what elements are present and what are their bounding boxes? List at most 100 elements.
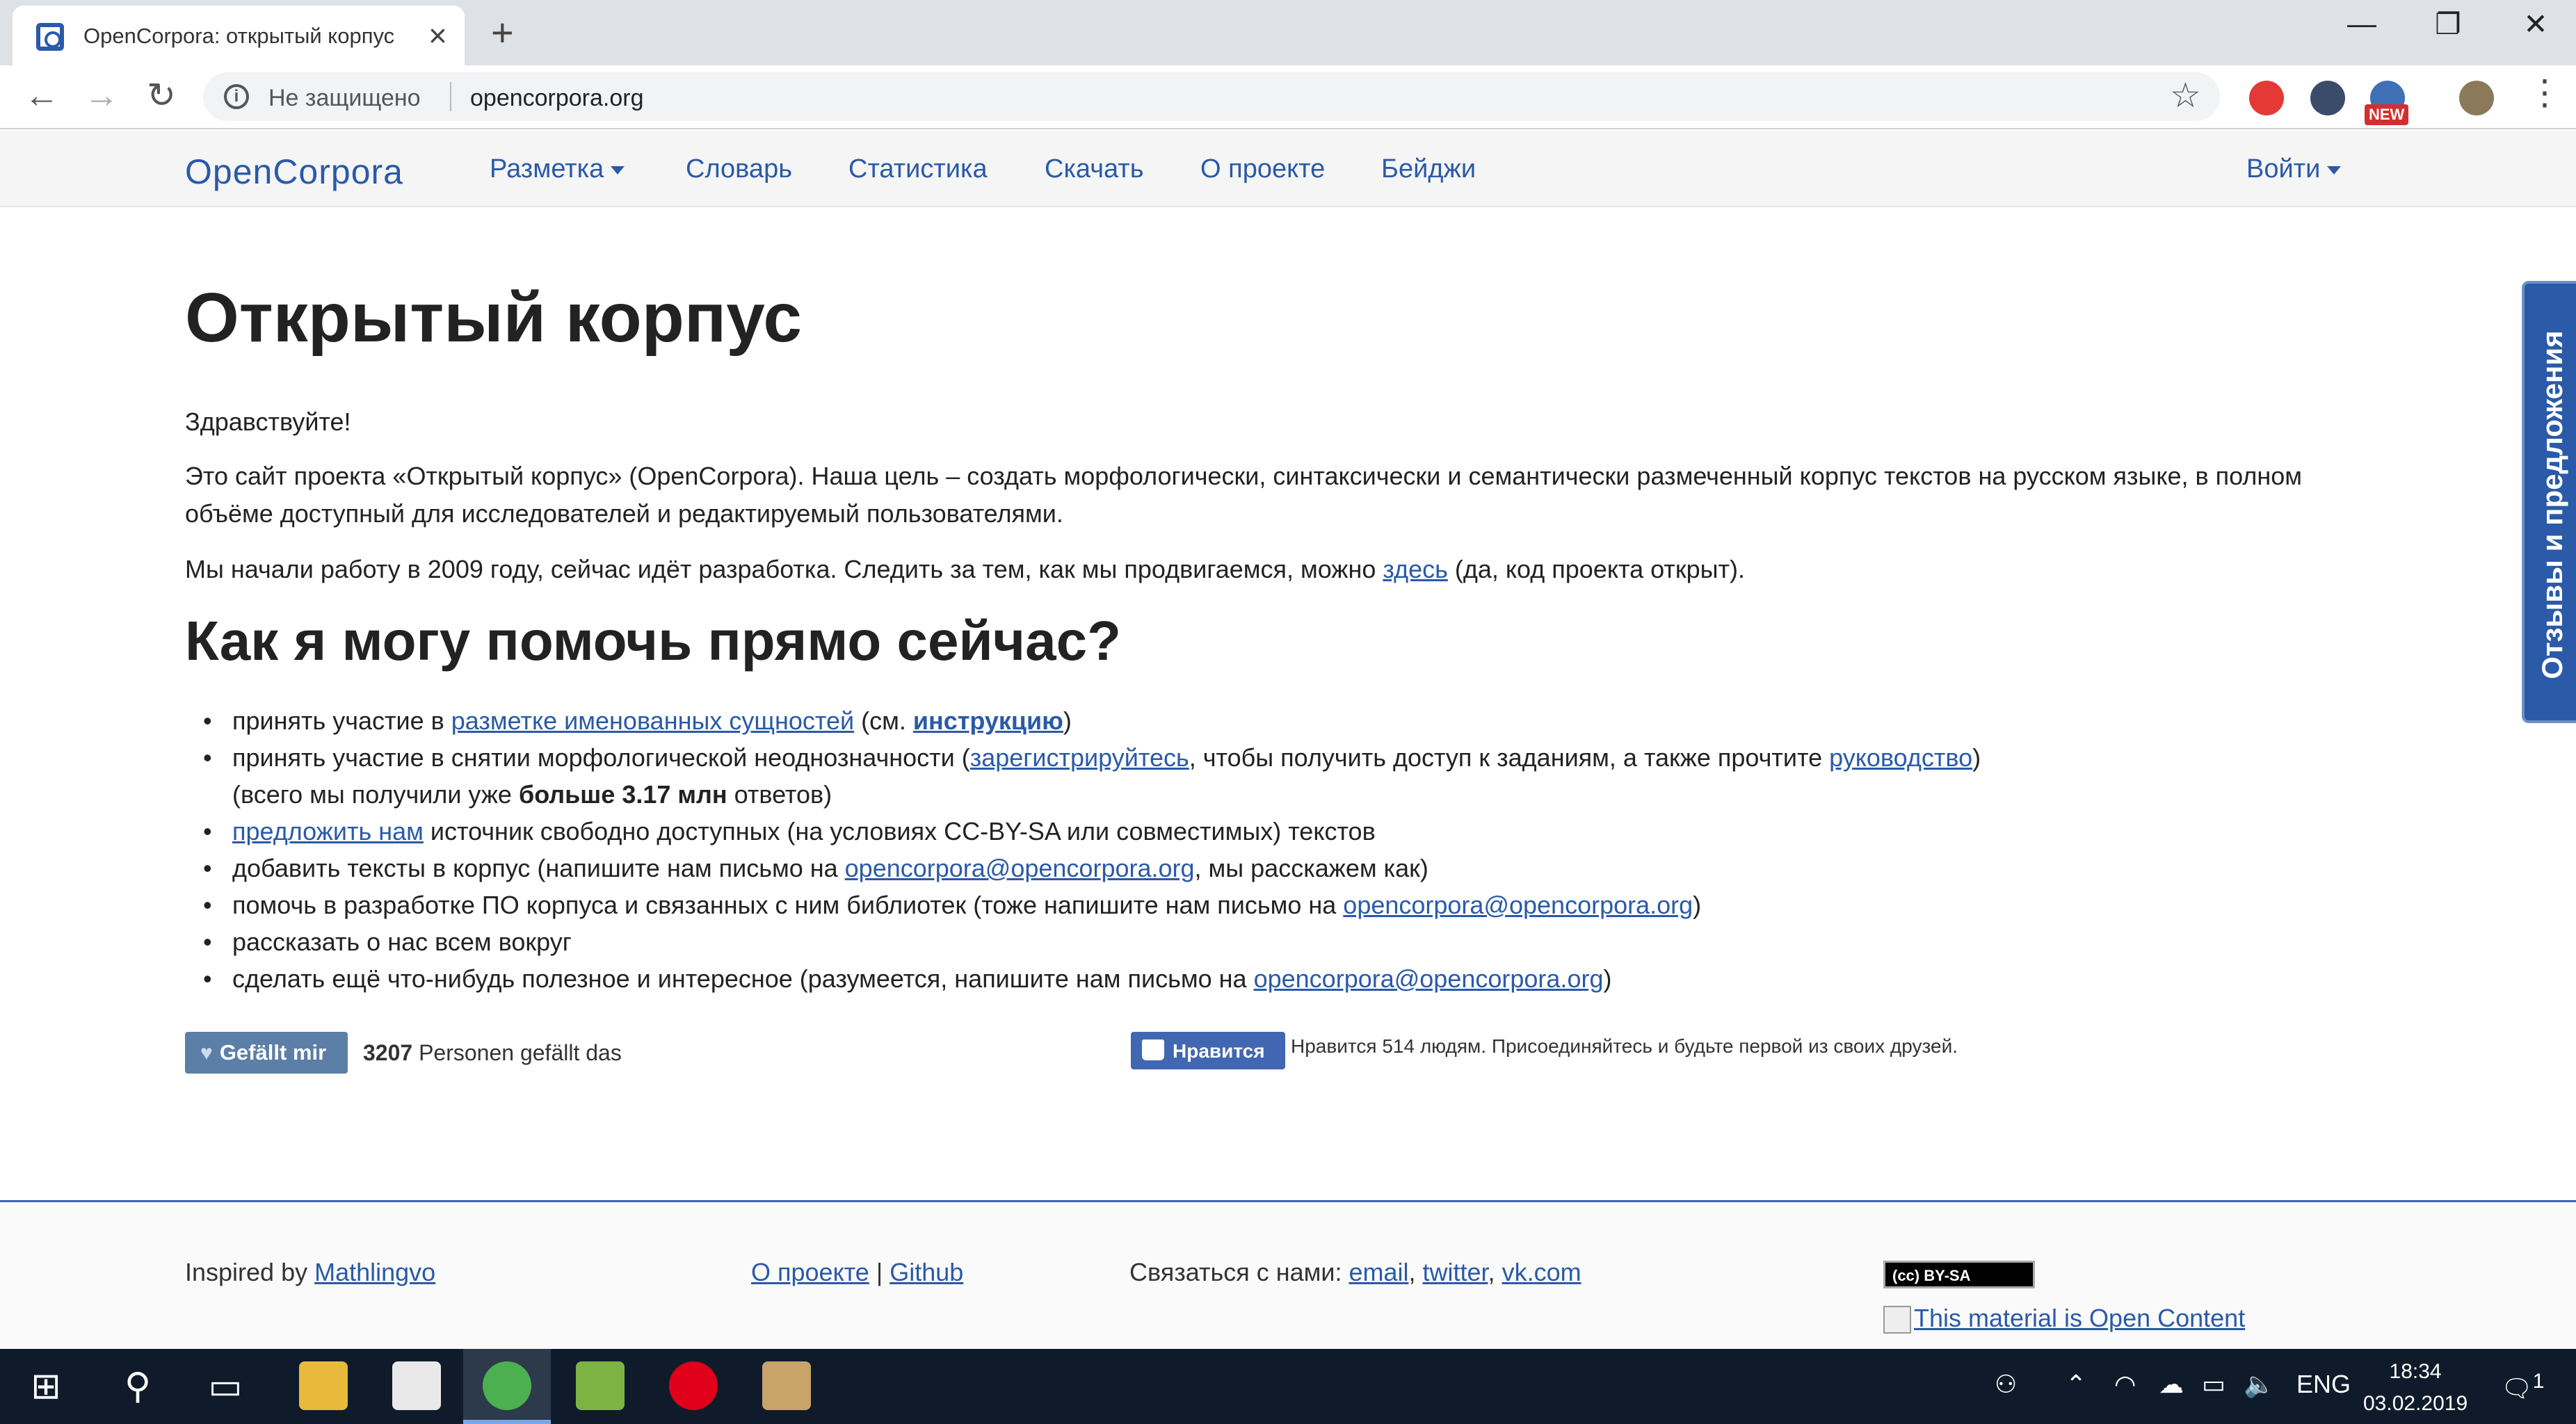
minimize-button[interactable]: — [2334,7,2390,40]
profile-avatar[interactable] [2459,81,2494,115]
new-tab-button[interactable]: + [491,10,514,55]
volume-icon[interactable]: 🔈 [2244,1370,2275,1399]
item-text: помочь в разработке ПО корпуса и связанн… [232,891,1344,919]
onedrive-icon[interactable]: ☁ [2159,1370,2184,1399]
suggest-link[interactable]: предложить нам [232,817,424,846]
fb-like-button[interactable]: Нравится [1131,1032,1285,1069]
chevron-down-icon [611,165,625,175]
people-icon[interactable]: ⚇ [1995,1370,2017,1399]
clock[interactable]: 18:34 03.02.2019 [2363,1356,2468,1420]
like-button[interactable]: ♥ Gefällt mir [185,1032,348,1074]
forward-icon[interactable]: → [81,75,122,115]
feedback-tab[interactable]: Отзывы и предложения [2522,281,2576,723]
email-link[interactable]: opencorpora@opencorpora.org [1343,891,1693,919]
notepad-plus-icon[interactable] [576,1361,625,1410]
progress-text: Мы начали работу в 2009 году, сейчас идё… [185,555,1383,583]
progress-text-end: (да, код проекта открыт). [1447,555,1745,583]
item-text: рассказать о нас всем вокруг [232,928,572,956]
intro-paragraph: Это сайт проекта «Открытый корпус» (Open… [185,462,2303,528]
email-link[interactable]: opencorpora@opencorpora.org [1254,964,1604,993]
ner-markup-link[interactable]: разметке именованных сущностей [451,706,854,735]
file-explorer-icon[interactable] [299,1361,348,1410]
nav-item-label: Разметка [490,154,604,184]
greeting: Здравствуйте! [185,407,351,436]
email-link[interactable]: opencorpora@opencorpora.org [845,854,1195,882]
extension-shield-icon[interactable] [2310,81,2345,115]
item-text: , мы расскажем как) [1194,854,1428,882]
list-item: сделать ещё что-нибудь полезное и интере… [185,960,2341,997]
browser-tabstrip: OpenCorpora: открытый корпус × + — ❐ ✕ [0,0,2576,65]
taskbar: ⊞ ⚲ ▭ ⚇ ⌃ ◠ ☁ ▭ 🔈 ENG 18:34 03.02.2019 🗨1 [0,1349,2576,1424]
item-text: (всего мы получили уже [232,780,519,809]
progress-link[interactable]: здесь [1383,555,1448,583]
footer-about-link[interactable]: О проекте [751,1258,869,1286]
nav-item-download[interactable]: Скачать [1045,154,1144,184]
extension-red-icon[interactable] [2249,81,2284,115]
browser-toolbar: ← → ↻ i Не защищено opencorpora.org ☆ NE… [0,65,2576,129]
reload-icon[interactable]: ↻ [140,75,182,115]
inspired-by: Inspired by Mathlingvo [185,1258,435,1287]
list-item: добавить тексты в корпус (напишите нам п… [185,850,2341,887]
url-text[interactable]: opencorpora.org [470,85,644,112]
login-dropdown[interactable]: Войти [2246,154,2342,184]
github-link[interactable]: Github [889,1258,963,1286]
separator: | [869,1258,890,1286]
vk-link[interactable]: vk.com [1502,1258,1581,1286]
cc-license-badge[interactable]: (cc) BY-SA [1883,1261,2035,1288]
open-content-image[interactable]: This material is Open Content [1883,1304,2245,1334]
notifications-icon[interactable]: 🗨1 [2501,1370,2544,1403]
tab-close-icon[interactable]: × [428,17,447,54]
info-icon[interactable]: i [224,84,249,109]
brand-logo[interactable]: OpenCorpora [185,152,403,192]
language-indicator[interactable]: ENG [2296,1370,2351,1399]
nav-item-statistics[interactable]: Статистика [848,154,988,184]
close-window-button[interactable]: ✕ [2508,7,2563,41]
browser-tab[interactable]: OpenCorpora: открытый корпус × [13,6,465,65]
wifi-icon[interactable]: ◠ [2114,1370,2136,1399]
feedback-label: Отзывы и предложения [2536,330,2568,679]
item-text: добавить тексты в корпус (напишите нам п… [232,854,845,882]
twitter-link[interactable]: twitter [1423,1258,1488,1286]
item-text: ) [1603,964,1612,993]
heart-icon: ♥ [200,1042,213,1065]
site-navbar: OpenCorpora Разметка Словарь Статистика … [0,131,2576,207]
windows-start-icon[interactable]: ⊞ [24,1364,68,1409]
nav-item-dictionary[interactable]: Словарь [686,154,792,184]
list-item: предложить нам источник свободно доступн… [185,813,2341,850]
back-icon[interactable]: ← [21,75,63,115]
mail-icon[interactable] [392,1361,441,1410]
browser-menu-icon[interactable]: ⋮ [2527,72,2562,113]
fb-like-text: Нравится 514 людям. Присоединяйтесь и бу… [1291,1035,1958,1057]
restore-button[interactable]: ❐ [2420,7,2476,41]
register-link[interactable]: зарегистрируйтесь [970,743,1189,772]
chrome-icon[interactable] [483,1361,531,1410]
chevron-up-icon[interactable]: ⌃ [2066,1370,2086,1399]
instruction-link[interactable]: инструкцию [913,706,1063,735]
contact-email-link[interactable]: email [1349,1258,1408,1286]
bookmark-star-icon[interactable]: ☆ [2170,75,2201,115]
list-item: рассказать о нас всем вокруг [185,923,2341,960]
opera-icon[interactable] [669,1361,718,1410]
battery-icon[interactable]: ▭ [2202,1370,2225,1399]
extension-new-badge: NEW [2365,104,2409,125]
separator: , [1408,1258,1423,1286]
answers-count: больше 3.17 млн [518,780,727,809]
item-text: сделать ещё что-нибудь полезное и интере… [232,964,1254,993]
item-text: ) [1063,706,1072,735]
list-item: принять участие в разметке именованных с… [185,702,2341,739]
nav-item-razmetka[interactable]: Разметка [490,154,625,184]
address-bar[interactable]: i Не защищено opencorpora.org ☆ [203,72,2220,121]
item-text: ответов) [727,780,832,809]
search-icon[interactable]: ⚲ [115,1364,160,1409]
footer-links: О проекте | Github [751,1258,963,1287]
mathlingvo-link[interactable]: Mathlingvo [314,1258,435,1286]
paint-icon[interactable] [762,1361,811,1410]
guide-link[interactable]: руководство [1829,743,1972,772]
task-view-icon[interactable]: ▭ [203,1364,248,1409]
omnibox-divider [450,82,451,111]
like-count: 3207 [363,1040,413,1065]
nav-item-about[interactable]: О проекте [1200,154,1325,184]
security-label[interactable]: Не защищено [268,85,421,112]
nav-item-badges[interactable]: Бейджи [1381,154,1476,184]
login-label: Войти [2246,154,2321,184]
